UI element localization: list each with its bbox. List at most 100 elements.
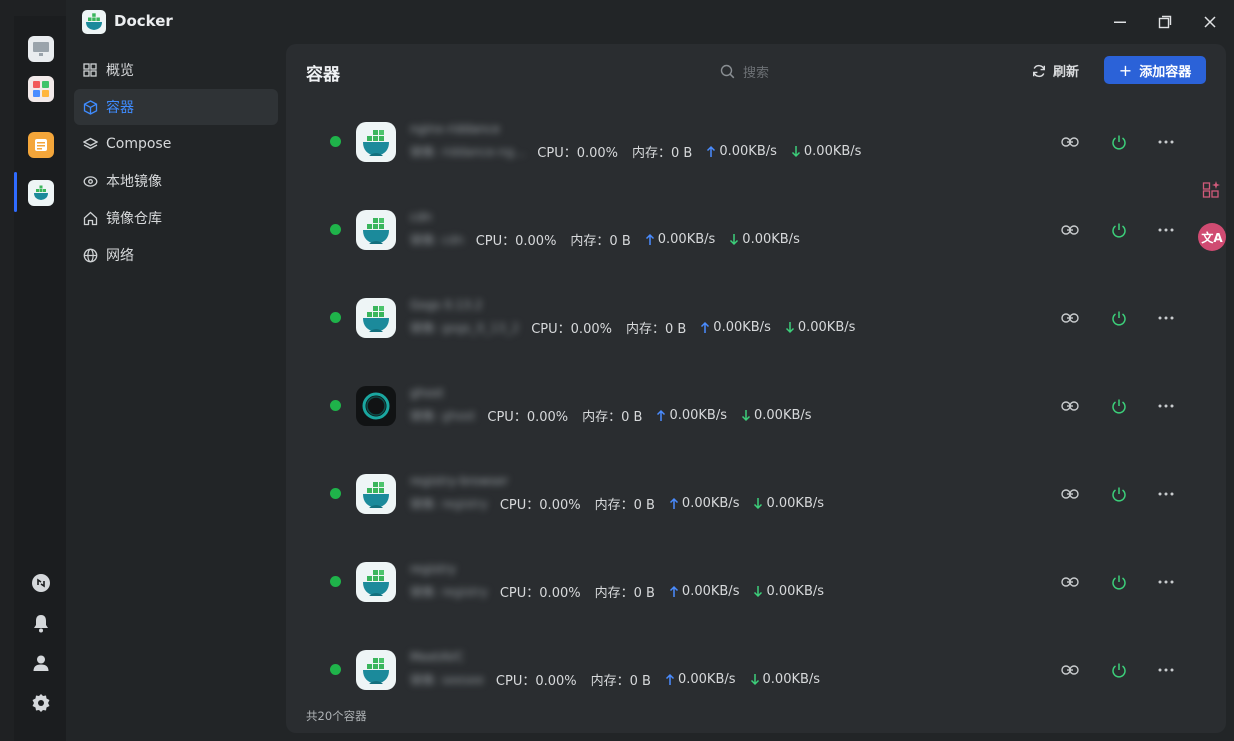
status-running-dot bbox=[330, 224, 341, 235]
arrow-down-icon bbox=[753, 585, 763, 598]
container-image: 镜像: riddance-ng... bbox=[410, 145, 526, 159]
more-options-icon[interactable] bbox=[1156, 484, 1176, 504]
arrow-up-icon bbox=[700, 321, 710, 334]
dock-active-indicator bbox=[14, 172, 17, 212]
link-icon[interactable] bbox=[1060, 572, 1080, 592]
docker-window: Docker 概览 容器 Compose 本地镜像 镜像仓库 网络 容器 搜索 … bbox=[66, 0, 1234, 741]
memory-usage: 内存：0 B bbox=[590, 674, 651, 689]
container-name: nginx-riddance bbox=[410, 122, 501, 136]
upload-value: 0.00KB/s bbox=[713, 320, 771, 335]
power-icon[interactable] bbox=[1109, 484, 1129, 504]
more-options-icon[interactable] bbox=[1156, 572, 1176, 592]
add-container-button[interactable]: + 添加容器 bbox=[1104, 56, 1206, 84]
container-image: 镜像: registry bbox=[410, 585, 488, 599]
container-image: 镜像: seesee bbox=[410, 673, 484, 687]
table-row[interactable]: cdn 镜像: cdn CPU：0.00% 内存：0 B 0.00KB/s 0.00KB/… bbox=[286, 186, 1226, 274]
link-icon[interactable] bbox=[1060, 132, 1080, 152]
power-icon[interactable] bbox=[1109, 572, 1129, 592]
arrow-up-icon bbox=[665, 673, 675, 686]
close-icon[interactable] bbox=[1200, 12, 1220, 32]
arrow-up-icon bbox=[645, 233, 655, 246]
docker-logo-icon bbox=[82, 10, 106, 34]
upload-speed: 0.00KB/s bbox=[665, 672, 736, 687]
power-icon[interactable] bbox=[1109, 308, 1129, 328]
user-icon[interactable] bbox=[30, 652, 52, 674]
container-name: ghost bbox=[410, 386, 444, 400]
speed-icon[interactable] bbox=[30, 572, 52, 594]
sidebar-item-local-images[interactable]: 本地镜像 bbox=[74, 163, 278, 199]
cpu-usage: CPU：0.00% bbox=[531, 322, 612, 337]
link-icon[interactable] bbox=[1060, 308, 1080, 328]
upload-value: 0.00KB/s bbox=[681, 584, 740, 599]
minimize-icon[interactable] bbox=[1110, 12, 1130, 32]
monitor-app-icon[interactable] bbox=[28, 36, 54, 62]
cube-icon bbox=[82, 99, 98, 115]
containers-panel: 容器 搜索 刷新 + 添加容器 nginx-riddance 镜像: riddan… bbox=[286, 44, 1226, 733]
refresh-button[interactable]: 刷新 bbox=[1032, 61, 1079, 80]
notes-app-icon[interactable] bbox=[28, 132, 54, 158]
link-icon[interactable] bbox=[1060, 220, 1080, 240]
gear-icon[interactable] bbox=[30, 692, 52, 714]
arrow-down-icon bbox=[741, 409, 751, 422]
app-center-icon[interactable] bbox=[28, 76, 54, 102]
translate-icon[interactable]: 文A bbox=[1198, 223, 1226, 251]
power-icon[interactable] bbox=[1109, 132, 1129, 152]
status-running-dot bbox=[330, 136, 341, 147]
docker-app-icon[interactable] bbox=[28, 180, 54, 206]
cpu-usage: CPU：0.00% bbox=[499, 498, 581, 513]
download-value: 0.00KB/s bbox=[797, 320, 856, 335]
link-icon[interactable] bbox=[1060, 484, 1080, 504]
arrow-down-icon bbox=[729, 233, 739, 246]
table-row[interactable]: registry-browser 镜像: registry CPU：0.00% 内存：… bbox=[286, 450, 1226, 538]
cpu-usage: CPU：0.00% bbox=[475, 234, 557, 249]
download-speed: 0.00KB/s bbox=[785, 320, 856, 335]
arrow-up-icon bbox=[669, 497, 679, 510]
bell-icon[interactable] bbox=[30, 612, 52, 634]
more-options-icon[interactable] bbox=[1156, 308, 1176, 328]
globe-icon bbox=[82, 247, 98, 263]
power-icon[interactable] bbox=[1109, 396, 1129, 416]
table-row[interactable]: Gogs 0.13.2 镜像: gogs_0_13_2 CPU：0.00% 内存：0 … bbox=[286, 274, 1226, 362]
container-image: 镜像: ghost bbox=[410, 409, 476, 423]
container-stats: 镜像: ghost CPU：0.00% 内存：0 B 0.00KB/s 0.00KB/s bbox=[410, 406, 826, 425]
search-input[interactable]: 搜索 bbox=[720, 61, 769, 81]
apps-sparkle-icon[interactable] bbox=[1202, 180, 1222, 200]
sidebar-item-containers[interactable]: 容器 bbox=[74, 89, 278, 125]
more-options-icon[interactable] bbox=[1156, 132, 1176, 152]
power-icon[interactable] bbox=[1109, 220, 1129, 240]
sidebar-item-overview[interactable]: 概览 bbox=[74, 52, 278, 88]
table-row[interactable]: registry 镜像: registry CPU：0.00% 内存：0 B 0.00K… bbox=[286, 538, 1226, 626]
docker-container-icon bbox=[356, 122, 396, 162]
more-options-icon[interactable] bbox=[1156, 660, 1176, 680]
download-speed: 0.00KB/s bbox=[753, 496, 824, 511]
app-dock bbox=[14, 16, 66, 741]
upload-value: 0.00KB/s bbox=[657, 232, 716, 247]
more-options-icon[interactable] bbox=[1156, 396, 1176, 416]
link-icon[interactable] bbox=[1060, 660, 1080, 680]
layers-icon bbox=[82, 136, 98, 152]
table-row[interactable]: MeetAVC 镜像: seesee CPU：0.00% 内存：0 B 0.00KB/s… bbox=[286, 626, 1226, 714]
sidebar-item-network[interactable]: 网络 bbox=[74, 237, 278, 273]
add-container-label: 添加容器 bbox=[1139, 64, 1192, 80]
sidebar-item-image-registry[interactable]: 镜像仓库 bbox=[74, 200, 278, 236]
link-icon[interactable] bbox=[1060, 396, 1080, 416]
search-placeholder: 搜索 bbox=[743, 65, 770, 81]
table-row[interactable]: ghost 镜像: ghost CPU：0.00% 内存：0 B 0.00KB/s 0.0… bbox=[286, 362, 1226, 450]
container-image: 镜像: cdn bbox=[410, 233, 464, 247]
container-list: nginx-riddance 镜像: riddance-ng... CPU：0.00… bbox=[286, 98, 1226, 698]
table-row[interactable]: nginx-riddance 镜像: riddance-ng... CPU：0.00… bbox=[286, 98, 1226, 186]
memory-usage: 内存：0 B bbox=[625, 322, 687, 337]
sidebar-item-compose[interactable]: Compose bbox=[74, 126, 278, 162]
more-options-icon[interactable] bbox=[1156, 220, 1176, 240]
restore-icon[interactable] bbox=[1155, 12, 1175, 32]
arrow-down-icon bbox=[753, 497, 763, 510]
upload-value: 0.00KB/s bbox=[681, 496, 740, 511]
plus-icon: + bbox=[1118, 60, 1133, 80]
sidebar-item-label: 本地镜像 bbox=[106, 174, 162, 190]
cpu-usage: CPU：0.00% bbox=[495, 674, 577, 689]
docker-container-icon bbox=[356, 650, 396, 690]
power-icon[interactable] bbox=[1109, 660, 1129, 680]
arrow-up-icon bbox=[656, 409, 666, 422]
grid-icon bbox=[82, 62, 98, 78]
upload-speed: 0.00KB/s bbox=[706, 144, 777, 159]
